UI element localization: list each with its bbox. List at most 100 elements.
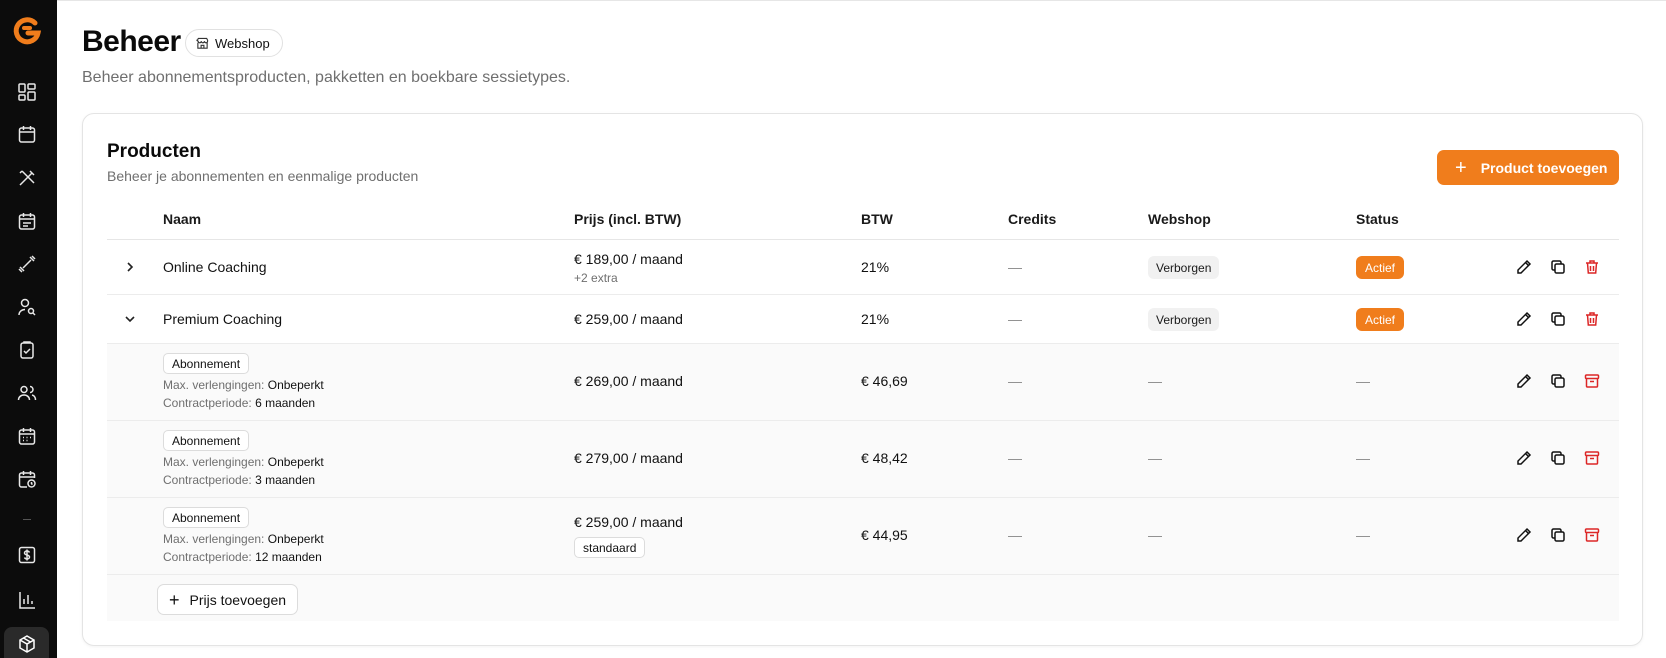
products-table: Naam Prijs (incl. BTW) BTW Credits Websh… <box>107 197 1619 621</box>
product-vat: 21% <box>861 259 890 275</box>
duplicate-icon[interactable] <box>1549 372 1567 390</box>
price-row[interactable]: Abonnement Max. verlengingen: Onbeperkt … <box>107 498 1619 575</box>
webshop-chip-label: Webshop <box>215 35 270 51</box>
col-price: Prijs (incl. BTW) <box>574 211 682 227</box>
calendar-icon[interactable] <box>16 123 38 145</box>
period-value: 12 maanden <box>255 550 322 564</box>
price-row[interactable]: Abonnement Max. verlengingen: Onbeperkt … <box>107 344 1619 421</box>
card-subtitle: Beheer je abonnementen en eenmalige prod… <box>107 168 419 184</box>
price-webshop: — <box>1148 450 1162 466</box>
period-value: 3 maanden <box>255 473 316 487</box>
price-credits: — <box>1008 527 1022 543</box>
renewals-line: Max. verlengingen: Onbeperkt <box>163 455 324 469</box>
col-name: Naam <box>163 211 202 227</box>
trash-icon[interactable] <box>1583 310 1601 328</box>
archive-icon[interactable] <box>1583 372 1601 390</box>
calendar-clock-icon[interactable] <box>16 468 38 490</box>
product-name: Online Coaching <box>163 259 267 275</box>
period-label: Contractperiode: <box>163 396 252 410</box>
price-vat: € 46,69 <box>861 373 908 389</box>
default-price-badge: standaard <box>574 537 646 558</box>
product-price: € 189,00 / maand <box>574 251 683 267</box>
col-credits: Credits <box>1008 211 1057 227</box>
bar-chart-icon[interactable] <box>16 589 38 611</box>
product-price: € 259,00 / maand <box>574 311 683 327</box>
webshop-badge: Verborgen <box>1148 308 1220 331</box>
brand-logo[interactable] <box>10 14 44 48</box>
duplicate-icon[interactable] <box>1549 310 1567 328</box>
price-type-badge: Abonnement <box>163 507 250 528</box>
edit-icon[interactable] <box>1515 372 1533 390</box>
renewals-label: Max. verlengingen: <box>163 532 265 546</box>
duplicate-icon[interactable] <box>1549 258 1567 276</box>
products-card: Producten Beheer je abonnementen en eenm… <box>82 113 1643 646</box>
col-vat: BTW <box>861 211 893 227</box>
table-row[interactable]: Premium Coaching € 259,00 / maand 21% — … <box>107 295 1619 344</box>
period-value: 6 maanden <box>255 396 316 410</box>
webshop-chip[interactable]: Webshop <box>185 29 283 57</box>
archive-icon[interactable] <box>1583 526 1601 544</box>
add-product-button[interactable]: + Product toevoegen <box>1437 150 1619 185</box>
price-status: — <box>1356 373 1370 389</box>
dollar-icon[interactable] <box>16 544 38 566</box>
price-amount: € 279,00 / maand <box>574 450 683 466</box>
price-amount: € 269,00 / maand <box>574 373 683 389</box>
product-vat: 21% <box>861 311 890 327</box>
renewals-label: Max. verlengingen: <box>163 378 265 392</box>
clipboard-check-icon[interactable] <box>16 339 38 361</box>
price-extra: +2 extra <box>574 271 618 285</box>
sidebar <box>0 0 57 658</box>
users-icon[interactable] <box>16 382 38 404</box>
add-price-row: + Prijs toevoegen <box>107 575 1619 621</box>
price-credits: — <box>1008 373 1022 389</box>
chevron-right-icon[interactable] <box>122 259 138 275</box>
page-subtitle: Beheer abonnementsproducten, pakketten e… <box>82 69 571 86</box>
chevron-down-icon[interactable] <box>122 311 138 327</box>
renewals-line: Max. verlengingen: Onbeperkt <box>163 378 324 392</box>
top-border <box>57 0 1666 1</box>
price-status: — <box>1356 450 1370 466</box>
package-icon[interactable] <box>16 633 38 655</box>
status-badge: Actief <box>1356 256 1405 279</box>
duplicate-icon[interactable] <box>1549 526 1567 544</box>
tools-icon[interactable] <box>16 167 38 189</box>
period-label: Contractperiode: <box>163 473 252 487</box>
table-header: Naam Prijs (incl. BTW) BTW Credits Websh… <box>107 197 1619 240</box>
add-price-label: Prijs toevoegen <box>189 591 287 608</box>
price-webshop: — <box>1148 527 1162 543</box>
renewals-value: Onbeperkt <box>267 455 324 469</box>
renewals-value: Onbeperkt <box>267 378 324 392</box>
col-status: Status <box>1356 211 1399 227</box>
status-badge: Actief <box>1356 308 1405 331</box>
user-search-icon[interactable] <box>16 296 38 318</box>
add-product-label: Product toevoegen <box>1480 159 1608 176</box>
price-amount: € 259,00 / maand <box>574 514 683 530</box>
dumbbell-icon[interactable] <box>16 253 38 275</box>
product-name: Premium Coaching <box>163 311 283 327</box>
table-row[interactable]: Online Coaching € 189,00 / maand +2 extr… <box>107 240 1619 295</box>
col-webshop: Webshop <box>1148 211 1211 227</box>
store-icon <box>196 37 209 49</box>
price-row[interactable]: Abonnement Max. verlengingen: Onbeperkt … <box>107 421 1619 498</box>
edit-icon[interactable] <box>1515 310 1533 328</box>
trash-icon[interactable] <box>1583 258 1601 276</box>
page-title: Beheer <box>82 25 181 58</box>
dashboard-icon[interactable] <box>16 81 38 103</box>
price-type-badge: Abonnement <box>163 353 250 374</box>
price-type-badge: Abonnement <box>163 430 250 451</box>
price-webshop: — <box>1148 373 1162 389</box>
plus-icon: + <box>1455 156 1467 179</box>
price-vat: € 48,42 <box>861 450 908 466</box>
calendar-grid-icon[interactable] <box>16 425 38 447</box>
edit-icon[interactable] <box>1515 526 1533 544</box>
duplicate-icon[interactable] <box>1549 449 1567 467</box>
archive-icon[interactable] <box>1583 449 1601 467</box>
product-credits: — <box>1008 311 1022 327</box>
card-title: Producten <box>107 141 201 162</box>
calendar-check-icon[interactable] <box>16 210 38 232</box>
add-price-button[interactable]: + Prijs toevoegen <box>157 584 299 615</box>
period-line: Contractperiode: 6 maanden <box>163 396 315 410</box>
edit-icon[interactable] <box>1515 449 1533 467</box>
edit-icon[interactable] <box>1515 258 1533 276</box>
nav-divider <box>23 519 31 520</box>
